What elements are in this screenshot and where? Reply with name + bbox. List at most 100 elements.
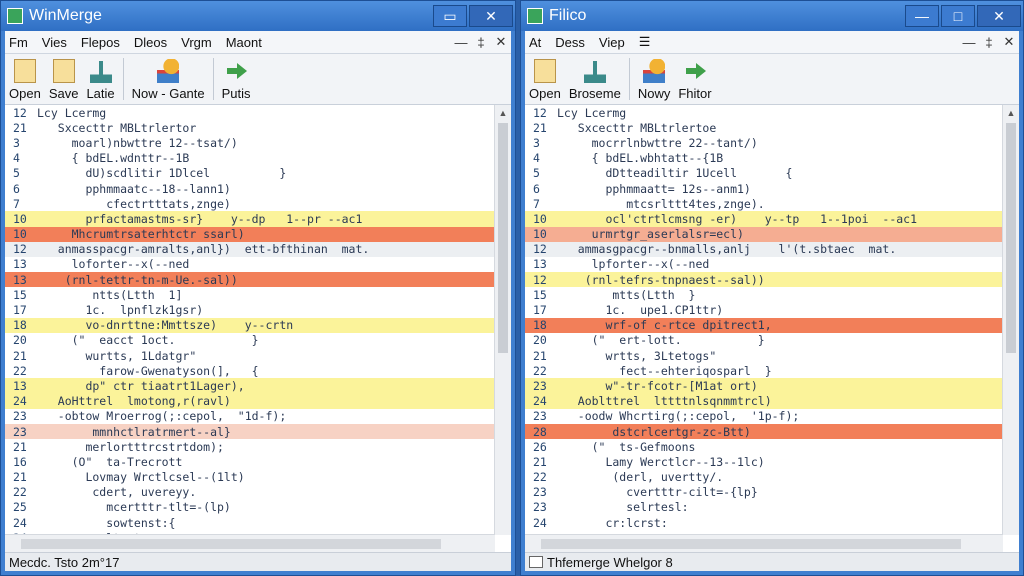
mdi-restore-icon[interactable]: ‡	[471, 35, 491, 50]
code-line[interactable]: 13 lpforter--x(--ned	[525, 257, 1003, 272]
menu-item[interactable]: Dleos	[134, 35, 167, 50]
code-line[interactable]: 13 dp" ctr tiaatrt1Lager),	[5, 378, 495, 394]
minimize-button[interactable]: ▭	[433, 5, 467, 27]
scroll-thumb[interactable]	[541, 539, 961, 549]
code-line[interactable]: 16 (O" ta-Trecrott	[5, 454, 495, 469]
left-vertical-scrollbar[interactable]: ▲	[494, 105, 511, 535]
code-line[interactable]: 13 loforter--x(--ned	[5, 257, 495, 272]
menu-item[interactable]: Viep	[599, 35, 625, 50]
browse-button[interactable]: Broseme	[569, 59, 621, 104]
code-line[interactable]: 12 ammasgpacgr--bnmalls,anlj l'(t.sbtaec…	[525, 241, 1003, 257]
code-line[interactable]: 21 merlortttrcstrtdom);	[5, 439, 495, 454]
scroll-thumb[interactable]	[1006, 123, 1016, 353]
code-line[interactable]: 23 -oodw Whcrtirg(;:cepol, '1p-f);	[525, 409, 1003, 424]
code-line[interactable]: 20 (" eacct 1oct. }	[5, 333, 495, 348]
mdi-close-icon[interactable]: ✕	[999, 34, 1019, 50]
code-line[interactable]: 6 pphmmaatt= 12s--anm1)	[525, 181, 1003, 196]
code-line[interactable]: 22 fect--ehteriqosparl }	[525, 363, 1003, 378]
code-line[interactable]: 24 sowtenst:{	[5, 515, 495, 530]
right-vertical-scrollbar[interactable]: ▲	[1002, 105, 1019, 535]
code-line[interactable]: 23 cvertttr-cilt=-{lp}	[525, 485, 1003, 500]
code-line[interactable]: 23 w"-tr-fcotr-[M1at ort)	[525, 378, 1003, 394]
scroll-up-icon[interactable]: ▲	[495, 105, 511, 121]
minimize-button[interactable]: —	[905, 5, 939, 27]
right-code-pane[interactable]: 12 Lcy Lcermg 21 Sxcecttr MBLtrlertoe 3 moc…	[525, 105, 1003, 535]
code-line[interactable]: 10 prfactamastms-sr} y--dp 1--pr --ac1	[5, 211, 495, 227]
menu-item[interactable]: Dess	[555, 35, 585, 50]
code-line[interactable]: 24 AoHttrel lmotong,r(ravl)	[5, 393, 495, 409]
code-line[interactable]: 4 { bdEL.wbhtatt--{1B	[525, 151, 1003, 166]
code-line[interactable]: 20 (" ert-lott. }	[525, 333, 1003, 348]
code-line[interactable]: 12 (rnl-tefrs-tnpnaest--sal))	[525, 272, 1003, 288]
menu-item[interactable]: At	[529, 35, 541, 50]
code-line[interactable]: 15 mtts(Ltth }	[525, 287, 1003, 302]
code-line[interactable]: 21 Sxcecttr MBLtrlertoe	[525, 120, 1003, 135]
merge-button[interactable]: Latie	[86, 59, 115, 104]
right-horizontal-scrollbar[interactable]	[525, 534, 1003, 553]
menu-item[interactable]: Flepos	[81, 35, 120, 50]
code-line[interactable]: 21 Sxcecttr MBLtrlertor	[5, 120, 495, 135]
mdi-restore-icon[interactable]: ‡	[979, 35, 999, 50]
code-line[interactable]: 23 selrtesl:	[525, 500, 1003, 515]
menu-item[interactable]: Fm	[9, 35, 28, 50]
code-line[interactable]: 12 anmasspacgr-amralts,anl}) ett-bfthina…	[5, 241, 495, 257]
code-line[interactable]: 5 dDtteadiltir 1Ucell {	[525, 166, 1003, 181]
code-line[interactable]: 22 farow-Gwenatyson(], {	[5, 363, 495, 378]
code-line[interactable]: 24 cr:lcrst:	[525, 515, 1003, 530]
code-line[interactable]: 5 dU)scdlitir 1Dlcel }	[5, 166, 495, 181]
new-button[interactable]: Nowy	[638, 59, 670, 104]
left-code-pane[interactable]: 12 Lcy Lcermg 21 Sxcecttr MBLtrlertor 3 moa…	[5, 105, 495, 535]
menu-item[interactable]: Vrgm	[181, 35, 212, 50]
code-line[interactable]: 18 wrf-of c-rtce dpitrect1,	[525, 317, 1003, 333]
left-titlebar[interactable]: WinMerge ▭ ✕	[1, 1, 515, 31]
code-line[interactable]: 6 pphmmaatc--18--lann1)	[5, 181, 495, 196]
scroll-thumb[interactable]	[498, 123, 508, 353]
code-line[interactable]: 22 (derl, uvertty/.	[525, 470, 1003, 485]
code-line[interactable]: 21 Lovmay Wrctlcsel--(1lt)	[5, 470, 495, 485]
right-titlebar[interactable]: Filico — □ ✕	[521, 1, 1023, 31]
code-line[interactable]: 15 ntts(Ltth 1]	[5, 287, 495, 302]
code-line[interactable]: 7 cfectrtttats,znge)	[5, 196, 495, 211]
code-line[interactable]: 18 vo-dnrttne:Mmttsze) y--crtn	[5, 317, 495, 333]
code-line[interactable]: 3 mocrrlnbwttre 22--tant/)	[525, 135, 1003, 150]
code-line[interactable]: 12 Lcy Lcermg	[525, 105, 1003, 120]
code-line[interactable]: 23 -obtow Mroerrog(;:cepol, "1d-f);	[5, 409, 495, 424]
mdi-minimize-icon[interactable]: —	[959, 35, 979, 50]
code-line[interactable]: 21 Lamy Werctlcr--13--1lc)	[525, 454, 1003, 469]
save-button[interactable]: Save	[49, 59, 78, 104]
code-line[interactable]: 21 wrtts, 3Ltetogs"	[525, 348, 1003, 363]
scroll-thumb[interactable]	[21, 539, 441, 549]
code-line[interactable]: 21 wurtts, 1Ldatgr"	[5, 348, 495, 363]
left-horizontal-scrollbar[interactable]	[5, 534, 495, 553]
code-line[interactable]: 28 dstcrlcertgr-zc-Btt)	[525, 423, 1003, 440]
code-line[interactable]: 22 cdert, uvereyy.	[5, 485, 495, 500]
filter-button[interactable]: Fhitor	[678, 59, 712, 104]
copy-right-button[interactable]: Putis	[222, 59, 251, 104]
code-line[interactable]: 7 mtcsrlttt4tes,znge).	[525, 196, 1003, 211]
code-line[interactable]: 10 Mhcrumtrsaterhtctr ssarl)	[5, 226, 495, 242]
code-line[interactable]: 4 { bdEL.wdnttr--1B	[5, 151, 495, 166]
mdi-minimize-icon[interactable]: —	[451, 35, 471, 50]
menu-item[interactable]: Vies	[42, 35, 67, 50]
code-line[interactable]: 23 mmnhctlratrmert--al}	[5, 423, 495, 440]
code-line[interactable]: 10 urmrtgr_aserlalsr=ecl)	[525, 226, 1003, 242]
code-line[interactable]: 17 1c. lpnflzk1gsr)	[5, 302, 495, 317]
maximize-button[interactable]: □	[941, 5, 975, 27]
code-line[interactable]: 25 mcertttr-tlt=-(lp)	[5, 500, 495, 515]
mdi-close-icon[interactable]: ✕	[491, 34, 511, 50]
code-line[interactable]: 13 (rnl-tettr-tn-m-Ue.-sal))	[5, 272, 495, 288]
code-line[interactable]: 12 Lcy Lcermg	[5, 105, 495, 120]
scroll-up-icon[interactable]: ▲	[1003, 105, 1019, 121]
code-line[interactable]: 17 1c. upe1.CP1ttr)	[525, 302, 1003, 317]
code-line[interactable]: 24 Aoblttrel lttttnlsqnmmtrcl)	[525, 393, 1003, 409]
next-change-button[interactable]: Now - Gante	[132, 59, 205, 104]
open-button[interactable]: Open	[529, 59, 561, 104]
close-button[interactable]: ✕	[977, 5, 1021, 27]
code-line[interactable]: 26 (" ts-Gefmoons	[525, 439, 1003, 454]
code-line[interactable]: 10 ocl'ctrtlcmsng -er) y--tp 1--1poi --a…	[525, 211, 1003, 227]
menu-item[interactable]: Maont	[226, 35, 262, 50]
open-button[interactable]: Open	[9, 59, 41, 104]
code-line[interactable]: 3 moarl)nbwttre 12--tsat/)	[5, 135, 495, 150]
menu-item[interactable]: ☰	[639, 34, 651, 50]
close-button[interactable]: ✕	[469, 5, 513, 27]
